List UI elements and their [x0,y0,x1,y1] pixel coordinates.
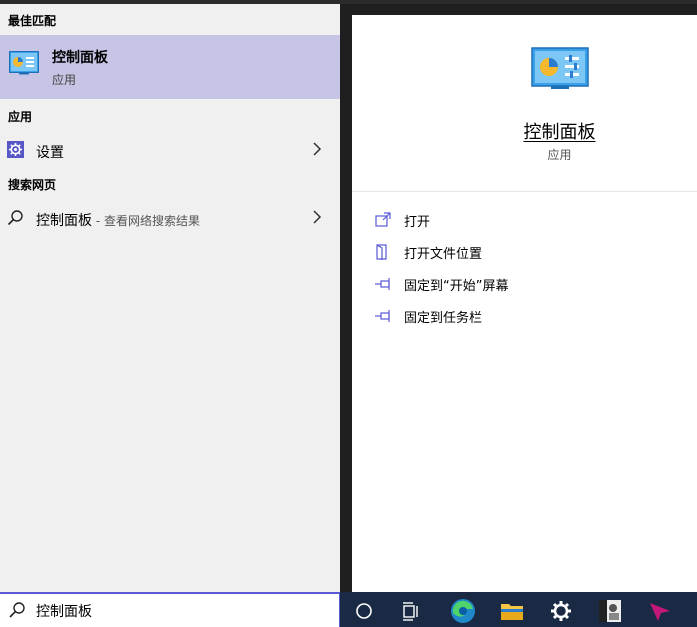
pin-icon [375,278,390,290]
file-explorer-icon[interactable] [497,596,527,626]
edge-icon[interactable] [448,596,478,626]
action-label: 固定到任务栏 [404,311,483,326]
best-match-subtitle: 应用 [52,73,77,87]
section-web: 搜索网页 [8,178,57,192]
results-pane: 最佳匹配 控制面板 应用 应用 设置 搜索网页 控制面板 - 查看网络搜索结果 [0,4,340,592]
web-search-term: 控制面板 [36,213,92,229]
chevron-right-icon[interactable] [312,209,322,225]
control-panel-icon [531,47,589,89]
search-box[interactable] [0,592,340,627]
cortana-icon[interactable] [349,596,379,626]
app-item-label: 设置 [36,145,64,161]
detail-title[interactable]: 控制面板 [352,118,697,144]
pointer-app-icon[interactable] [644,596,674,626]
web-search-label: 控制面板 - 查看网络搜索结果 [36,210,200,230]
task-view-icon[interactable] [396,596,426,626]
action-open-file-location[interactable]: 打开文件位置 [374,241,674,263]
section-best-match: 最佳匹配 [8,14,57,28]
web-search-hint: - 查看网络搜索结果 [92,214,200,228]
pin-icon [375,310,390,322]
detail-subtitle: 应用 [547,148,572,162]
section-apps: 应用 [8,110,33,124]
divider [352,191,697,192]
chevron-right-icon[interactable] [312,141,322,157]
open-icon [375,212,391,227]
search-icon [7,210,23,226]
action-label: 固定到“开始”屏幕 [404,279,509,294]
app-item-settings[interactable]: 设置 [0,135,340,165]
best-match-title: 控制面板 [52,50,108,66]
search-icon [9,602,25,618]
detail-pane: 控制面板 应用 打开 打开文件位置 固定到“开始”屏幕 固定到任务栏 [352,15,697,592]
best-match-item[interactable]: 控制面板 应用 [0,35,340,99]
control-panel-icon [9,51,39,75]
settings-icon[interactable] [546,596,576,626]
action-pin-start[interactable]: 固定到“开始”屏幕 [374,273,674,295]
search-input[interactable] [36,598,326,624]
action-label: 打开 [404,215,431,230]
gear-icon [7,141,24,158]
file-location-icon [376,244,387,260]
web-search-item[interactable]: 控制面板 - 查看网络搜索结果 [0,203,340,233]
action-label: 打开文件位置 [404,247,483,262]
action-pin-taskbar[interactable]: 固定到任务栏 [374,305,674,327]
action-open[interactable]: 打开 [374,209,674,231]
photo-app-icon[interactable] [595,596,625,626]
taskbar [340,592,697,627]
